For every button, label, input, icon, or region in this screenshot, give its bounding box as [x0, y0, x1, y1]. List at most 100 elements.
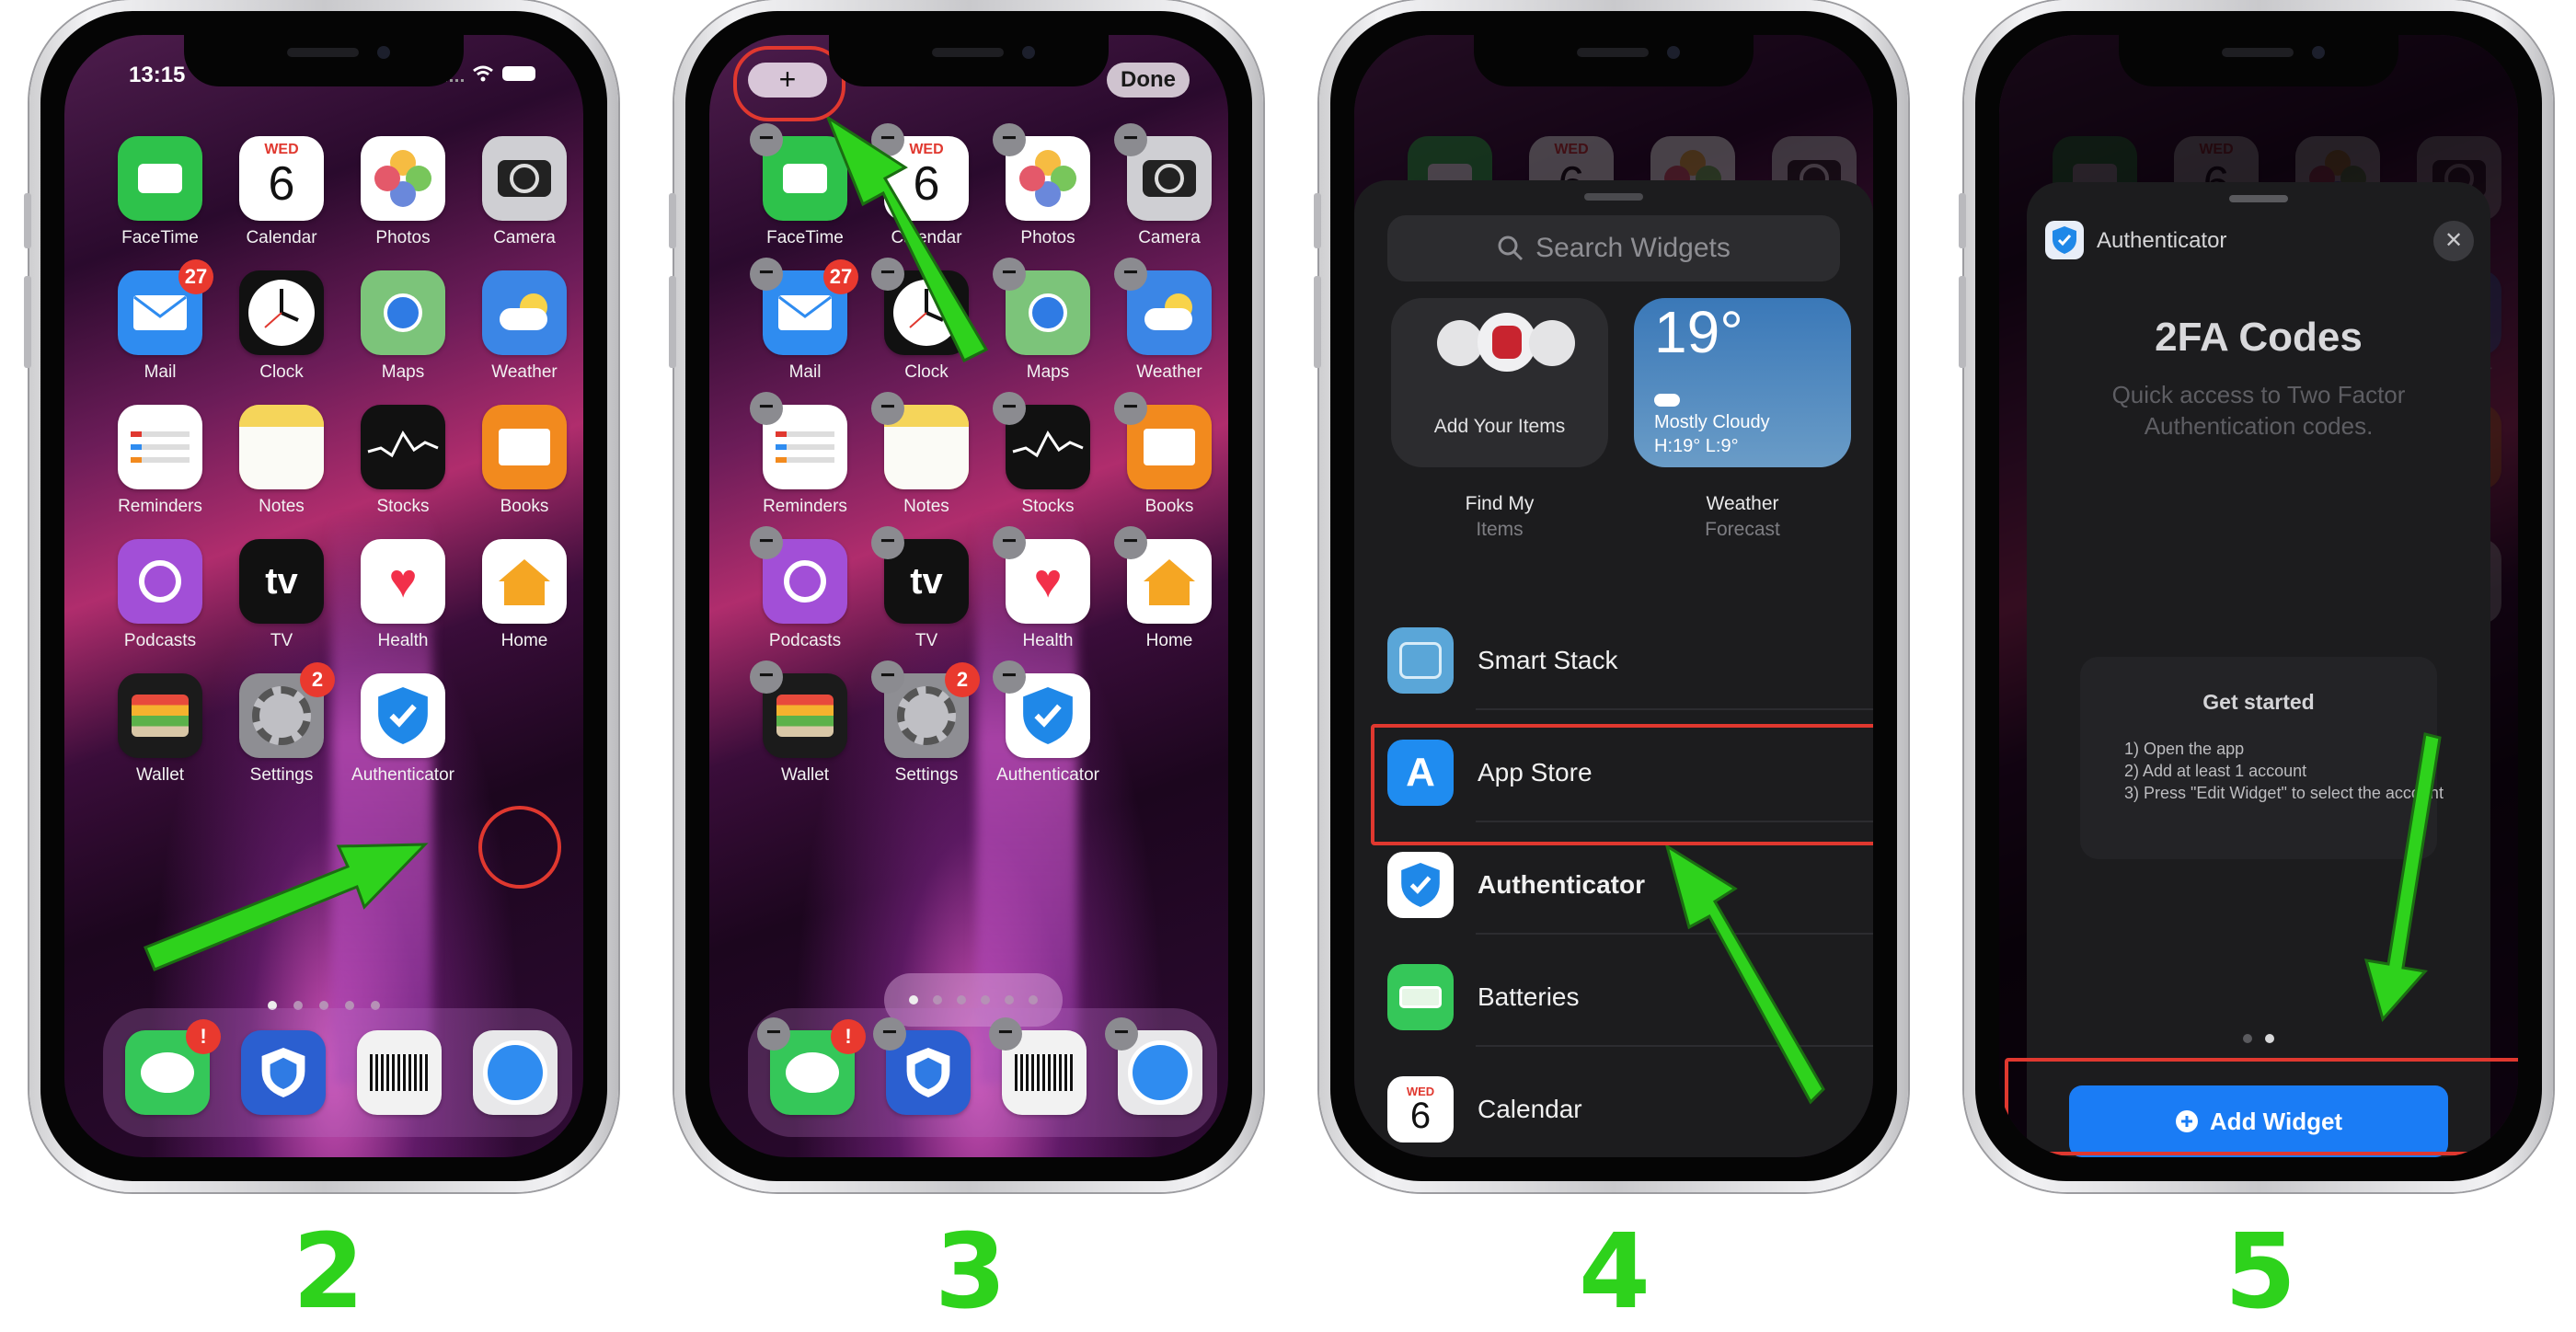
barcode-icon[interactable]: [357, 1030, 442, 1115]
facetime-icon[interactable]: −: [750, 123, 847, 221]
app-books[interactable]: Books: [469, 405, 580, 517]
app-maps[interactable]: − Maps: [993, 258, 1103, 383]
settings-icon[interactable]: 2−: [871, 660, 980, 758]
app-mail[interactable]: 27 − Mail: [750, 258, 860, 383]
vpn-shield-icon[interactable]: [241, 1030, 326, 1115]
authenticator-icon[interactable]: [361, 673, 445, 758]
app-weather[interactable]: Weather: [469, 270, 580, 383]
remove-app-button[interactable]: −: [993, 526, 1026, 559]
tv-icon[interactable]: tv −: [871, 526, 969, 624]
remove-app-button[interactable]: −: [1105, 1017, 1138, 1051]
widget-row-calendar[interactable]: WED 6 Calendar: [1387, 1060, 1873, 1157]
remove-app-button[interactable]: −: [871, 526, 904, 559]
remove-app-button[interactable]: −: [1114, 123, 1147, 156]
app-podcasts[interactable]: − Podcasts: [750, 526, 860, 651]
sheet-grabber[interactable]: [1584, 193, 1643, 201]
weather-widget-preview[interactable]: 19° Mostly Cloudy H:19° L:9°: [1634, 298, 1851, 467]
messages-icon[interactable]: ! −: [757, 1017, 866, 1115]
remove-app-button[interactable]: −: [757, 1017, 790, 1051]
maps-icon[interactable]: [361, 270, 445, 355]
photos-icon[interactable]: −: [993, 123, 1090, 221]
home-icon[interactable]: −: [1114, 526, 1212, 624]
stocks-icon[interactable]: [361, 405, 445, 489]
app-facetime[interactable]: FaceTime: [105, 136, 215, 248]
clock-icon[interactable]: −: [871, 258, 969, 355]
app-maps[interactable]: Maps: [348, 270, 458, 383]
remove-app-button[interactable]: −: [750, 123, 783, 156]
mail-icon[interactable]: 27: [118, 259, 213, 355]
settings-icon[interactable]: 2: [239, 662, 335, 758]
health-icon[interactable]: ♥: [361, 539, 445, 624]
remove-app-button[interactable]: −: [750, 258, 783, 291]
photos-icon[interactable]: [361, 136, 445, 221]
messages-icon[interactable]: !: [125, 1019, 221, 1115]
calendar-icon[interactable]: WED6: [239, 136, 324, 221]
weather-icon[interactable]: [482, 270, 567, 355]
app-mail[interactable]: 27 Mail: [105, 259, 215, 383]
remove-app-button[interactable]: −: [993, 258, 1026, 291]
remove-app-button[interactable]: −: [1114, 526, 1147, 559]
app-calendar[interactable]: WED 6− Calendar: [871, 123, 982, 248]
podcasts-icon[interactable]: [118, 539, 202, 624]
facetime-icon[interactable]: [118, 136, 202, 221]
remove-app-button[interactable]: −: [750, 660, 783, 694]
safari-icon[interactable]: −: [1105, 1017, 1202, 1115]
remove-app-button[interactable]: −: [1114, 392, 1147, 425]
maps-icon[interactable]: −: [993, 258, 1090, 355]
app-stocks[interactable]: Stocks: [348, 405, 458, 517]
app-books[interactable]: − Books: [1114, 392, 1225, 517]
camera-icon[interactable]: −: [1114, 123, 1212, 221]
app-reminders[interactable]: − Reminders: [750, 392, 860, 517]
podcasts-icon[interactable]: −: [750, 526, 847, 624]
reminders-icon[interactable]: −: [750, 392, 847, 489]
weather-icon[interactable]: −: [1114, 258, 1212, 355]
remove-app-button[interactable]: −: [993, 392, 1026, 425]
stocks-icon[interactable]: −: [993, 392, 1090, 489]
safari-icon[interactable]: [473, 1030, 558, 1115]
app-notes[interactable]: Notes: [226, 405, 337, 517]
remove-app-button[interactable]: −: [993, 123, 1026, 156]
widget-row-smart-stack[interactable]: Smart Stack: [1387, 611, 1873, 710]
app-authenticator[interactable]: − Authenticator: [993, 660, 1103, 786]
app-home[interactable]: Home: [469, 539, 580, 651]
app-camera[interactable]: Camera: [469, 136, 580, 248]
widget-row-authenticator[interactable]: Authenticator: [1387, 835, 1873, 935]
vpn-shield-icon[interactable]: −: [873, 1017, 971, 1115]
widget-row-batteries[interactable]: Batteries: [1387, 947, 1873, 1047]
mail-icon[interactable]: 27 −: [750, 258, 858, 355]
app-settings[interactable]: 2 Settings: [226, 662, 337, 786]
app-authenticator[interactable]: Authenticator: [348, 673, 458, 786]
app-reminders[interactable]: Reminders: [105, 405, 215, 517]
remove-app-button[interactable]: −: [871, 392, 904, 425]
remove-app-button[interactable]: −: [871, 660, 904, 694]
app-wallet[interactable]: − Wallet: [750, 660, 860, 786]
clock-icon[interactable]: [239, 270, 324, 355]
app-tv[interactable]: tv − TV: [871, 526, 982, 651]
app-settings[interactable]: 2− Settings: [871, 660, 982, 786]
notes-icon[interactable]: [239, 405, 324, 489]
remove-app-button[interactable]: −: [993, 660, 1026, 694]
remove-app-button[interactable]: −: [1114, 258, 1147, 291]
home-icon[interactable]: [482, 539, 567, 624]
authenticator-icon[interactable]: −: [993, 660, 1090, 758]
app-photos[interactable]: − Photos: [993, 123, 1103, 248]
app-weather[interactable]: − Weather: [1114, 258, 1225, 383]
calendar-icon[interactable]: WED 6−: [871, 123, 969, 221]
books-icon[interactable]: [482, 405, 567, 489]
app-clock[interactable]: − Clock: [871, 258, 982, 383]
wallet-icon[interactable]: [118, 673, 202, 758]
app-photos[interactable]: Photos: [348, 136, 458, 248]
remove-app-button[interactable]: −: [750, 526, 783, 559]
app-tv[interactable]: tv TV: [226, 539, 337, 651]
camera-icon[interactable]: [482, 136, 567, 221]
reminders-icon[interactable]: [118, 405, 202, 489]
app-stocks[interactable]: − Stocks: [993, 392, 1103, 517]
app-clock[interactable]: Clock: [226, 270, 337, 383]
remove-app-button[interactable]: −: [873, 1017, 906, 1051]
app-health[interactable]: ♥ Health: [348, 539, 458, 651]
remove-app-button[interactable]: −: [989, 1017, 1022, 1051]
app-facetime[interactable]: − FaceTime: [750, 123, 860, 248]
app-podcasts[interactable]: Podcasts: [105, 539, 215, 651]
close-button[interactable]: ✕: [2433, 221, 2474, 261]
done-button[interactable]: Done: [1107, 63, 1190, 98]
